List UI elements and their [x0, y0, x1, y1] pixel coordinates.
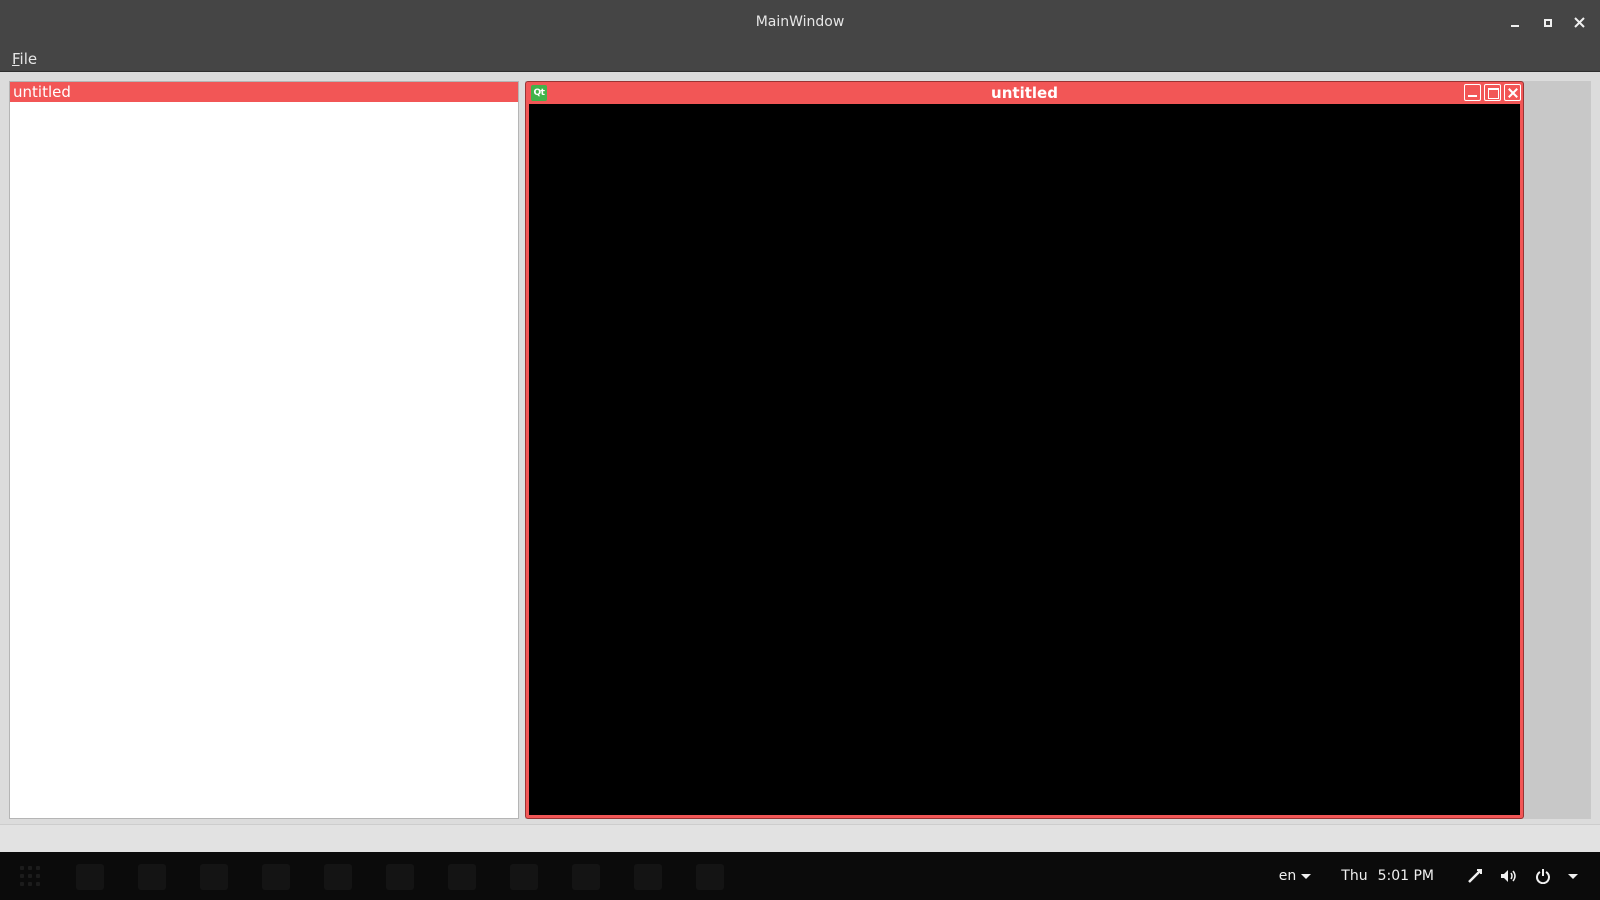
system-tray: en Thu 5:01 PM — [1279, 852, 1578, 900]
document-list-item-selected[interactable]: untitled — [10, 82, 518, 102]
chevron-down-icon — [1301, 873, 1312, 879]
clock-time: 5:01 PM — [1377, 868, 1434, 884]
menubar: File — [0, 46, 1600, 72]
qt-logo-icon[interactable]: Qt — [531, 85, 547, 101]
window-title: MainWindow — [755, 14, 845, 30]
menu-file[interactable]: File — [0, 46, 49, 72]
close-icon — [1573, 16, 1585, 28]
subwindow-controls — [1464, 84, 1521, 101]
subwindow-title: untitled — [991, 84, 1058, 102]
mdi-subwindow[interactable]: Qt untitled — [525, 81, 1524, 819]
main-window-titlebar[interactable]: MainWindow — [0, 0, 1600, 46]
status-bar — [0, 824, 1600, 852]
language-label: en — [1278, 868, 1297, 884]
dock-app-icon[interactable] — [386, 864, 414, 890]
client-area: untitled Qt untitled — [0, 72, 1600, 852]
dock-app-icon[interactable] — [324, 864, 352, 890]
app-grid-icon[interactable] — [18, 864, 42, 888]
dock-app-icon[interactable] — [510, 864, 538, 890]
document-list-panel: untitled — [9, 81, 519, 819]
network-icon[interactable] — [1466, 867, 1484, 885]
clock[interactable]: Thu 5:01 PM — [1341, 868, 1434, 884]
chevron-down-icon[interactable] — [1568, 873, 1578, 879]
subwindow-close-button[interactable] — [1504, 84, 1521, 101]
volume-icon[interactable] — [1500, 867, 1518, 885]
dock-app-icon[interactable] — [572, 864, 600, 890]
taskbar: en Thu 5:01 PM — [0, 852, 1600, 900]
dock-app-icon[interactable] — [76, 864, 104, 890]
dock-app-icon[interactable] — [262, 864, 290, 890]
mdi-area: Qt untitled — [525, 81, 1591, 819]
power-icon[interactable] — [1534, 867, 1552, 885]
menu-file-label: ile — [19, 49, 38, 68]
maximize-button[interactable] — [1540, 10, 1554, 34]
menu-file-mnemonic: F — [12, 49, 20, 68]
dock-app-icon[interactable] — [448, 864, 476, 890]
subwindow-maximize-button[interactable] — [1484, 84, 1501, 101]
minimize-icon — [1509, 15, 1521, 29]
minimize-button[interactable] — [1508, 10, 1522, 34]
dock — [18, 864, 724, 890]
dock-app-icon[interactable] — [200, 864, 228, 890]
subwindow-minimize-button[interactable] — [1464, 84, 1481, 101]
dock-app-icon[interactable] — [138, 864, 166, 890]
close-button[interactable] — [1572, 10, 1586, 34]
dock-app-icon[interactable] — [696, 864, 724, 890]
language-selector[interactable]: en — [1279, 868, 1312, 884]
render-canvas[interactable] — [529, 104, 1520, 815]
clock-day: Thu — [1341, 868, 1368, 884]
subwindow-titlebar[interactable]: Qt untitled — [526, 82, 1523, 104]
desktop: MainWindow File untitled Qt untitled en … — [0, 0, 1600, 900]
window-controls — [1508, 10, 1586, 34]
maximize-icon — [1541, 15, 1553, 29]
dock-app-icon[interactable] — [634, 864, 662, 890]
